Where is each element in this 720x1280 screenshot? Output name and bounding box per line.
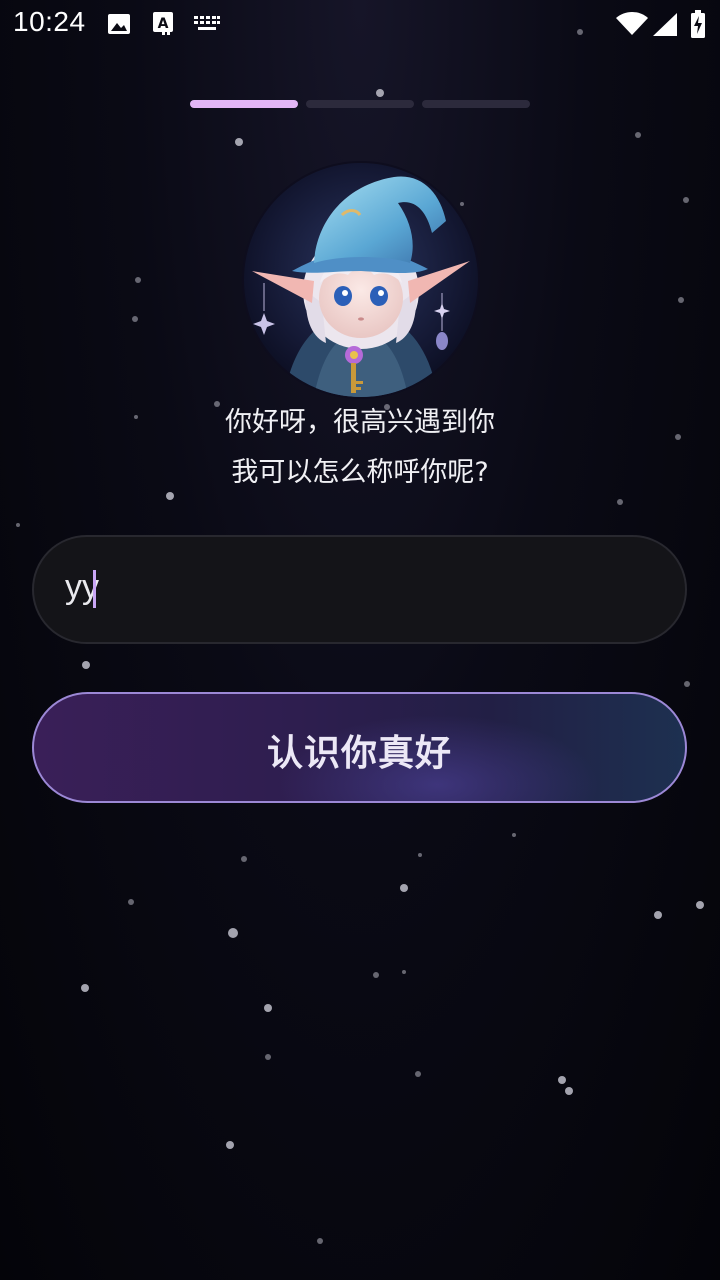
star-dot — [696, 901, 704, 909]
star-dot — [512, 833, 516, 837]
onboarding-screen: 10:24 A 你好呀，很高兴遇到你 我可以怎么称呼你呢? yy 认识你真好 — [0, 0, 720, 1280]
signal-icon — [653, 13, 677, 40]
star-dot — [654, 911, 662, 919]
image-icon — [107, 12, 131, 40]
star-dot — [264, 1004, 272, 1012]
star-dot — [415, 1071, 421, 1077]
wifi-icon — [616, 12, 648, 40]
star-dot — [235, 138, 243, 146]
star-dot — [317, 1238, 323, 1244]
confirm-name-button-label: 认识你真好 — [266, 732, 452, 774]
status-bar: 10:24 A — [0, 0, 720, 48]
battery-charging-icon — [690, 10, 706, 42]
progress-segment — [422, 100, 530, 108]
keyboard-icon — [194, 16, 220, 36]
status-time: 10:24 — [13, 6, 86, 37]
text-cursor — [93, 570, 96, 608]
star-dot — [460, 202, 464, 206]
progress-segment — [306, 100, 414, 108]
star-dot — [128, 899, 134, 905]
star-dot — [265, 1054, 271, 1060]
text-recognition-icon: A — [152, 11, 174, 41]
star-dot — [228, 928, 238, 938]
wizard-elf-avatar — [242, 161, 480, 399]
star-dot — [558, 1076, 566, 1084]
confirm-name-button[interactable]: 认识你真好 — [32, 692, 687, 803]
star-dot — [376, 89, 384, 97]
star-dot — [635, 132, 641, 138]
greeting-line-1: 你好呀，很高兴遇到你 — [225, 407, 495, 438]
star-dot — [241, 856, 247, 862]
star-dot — [684, 681, 690, 687]
star-dot — [678, 297, 684, 303]
star-dot — [132, 316, 138, 322]
progress-segment — [190, 100, 298, 108]
star-dot — [81, 984, 89, 992]
star-dot — [135, 277, 141, 283]
star-dot — [166, 492, 174, 500]
star-dot — [373, 972, 379, 978]
greeting-line-2: 我可以怎么称呼你呢? — [231, 457, 489, 488]
star-dot — [400, 884, 408, 892]
star-dot — [402, 970, 406, 974]
svg-text:A: A — [158, 16, 169, 32]
star-dot — [683, 197, 689, 203]
nickname-input[interactable]: yy — [32, 535, 687, 644]
star-dot — [418, 853, 422, 857]
star-dot — [565, 1087, 573, 1095]
star-dot — [226, 1141, 234, 1149]
star-dot — [82, 661, 90, 669]
star-dot — [16, 523, 20, 527]
star-dot — [617, 499, 623, 505]
